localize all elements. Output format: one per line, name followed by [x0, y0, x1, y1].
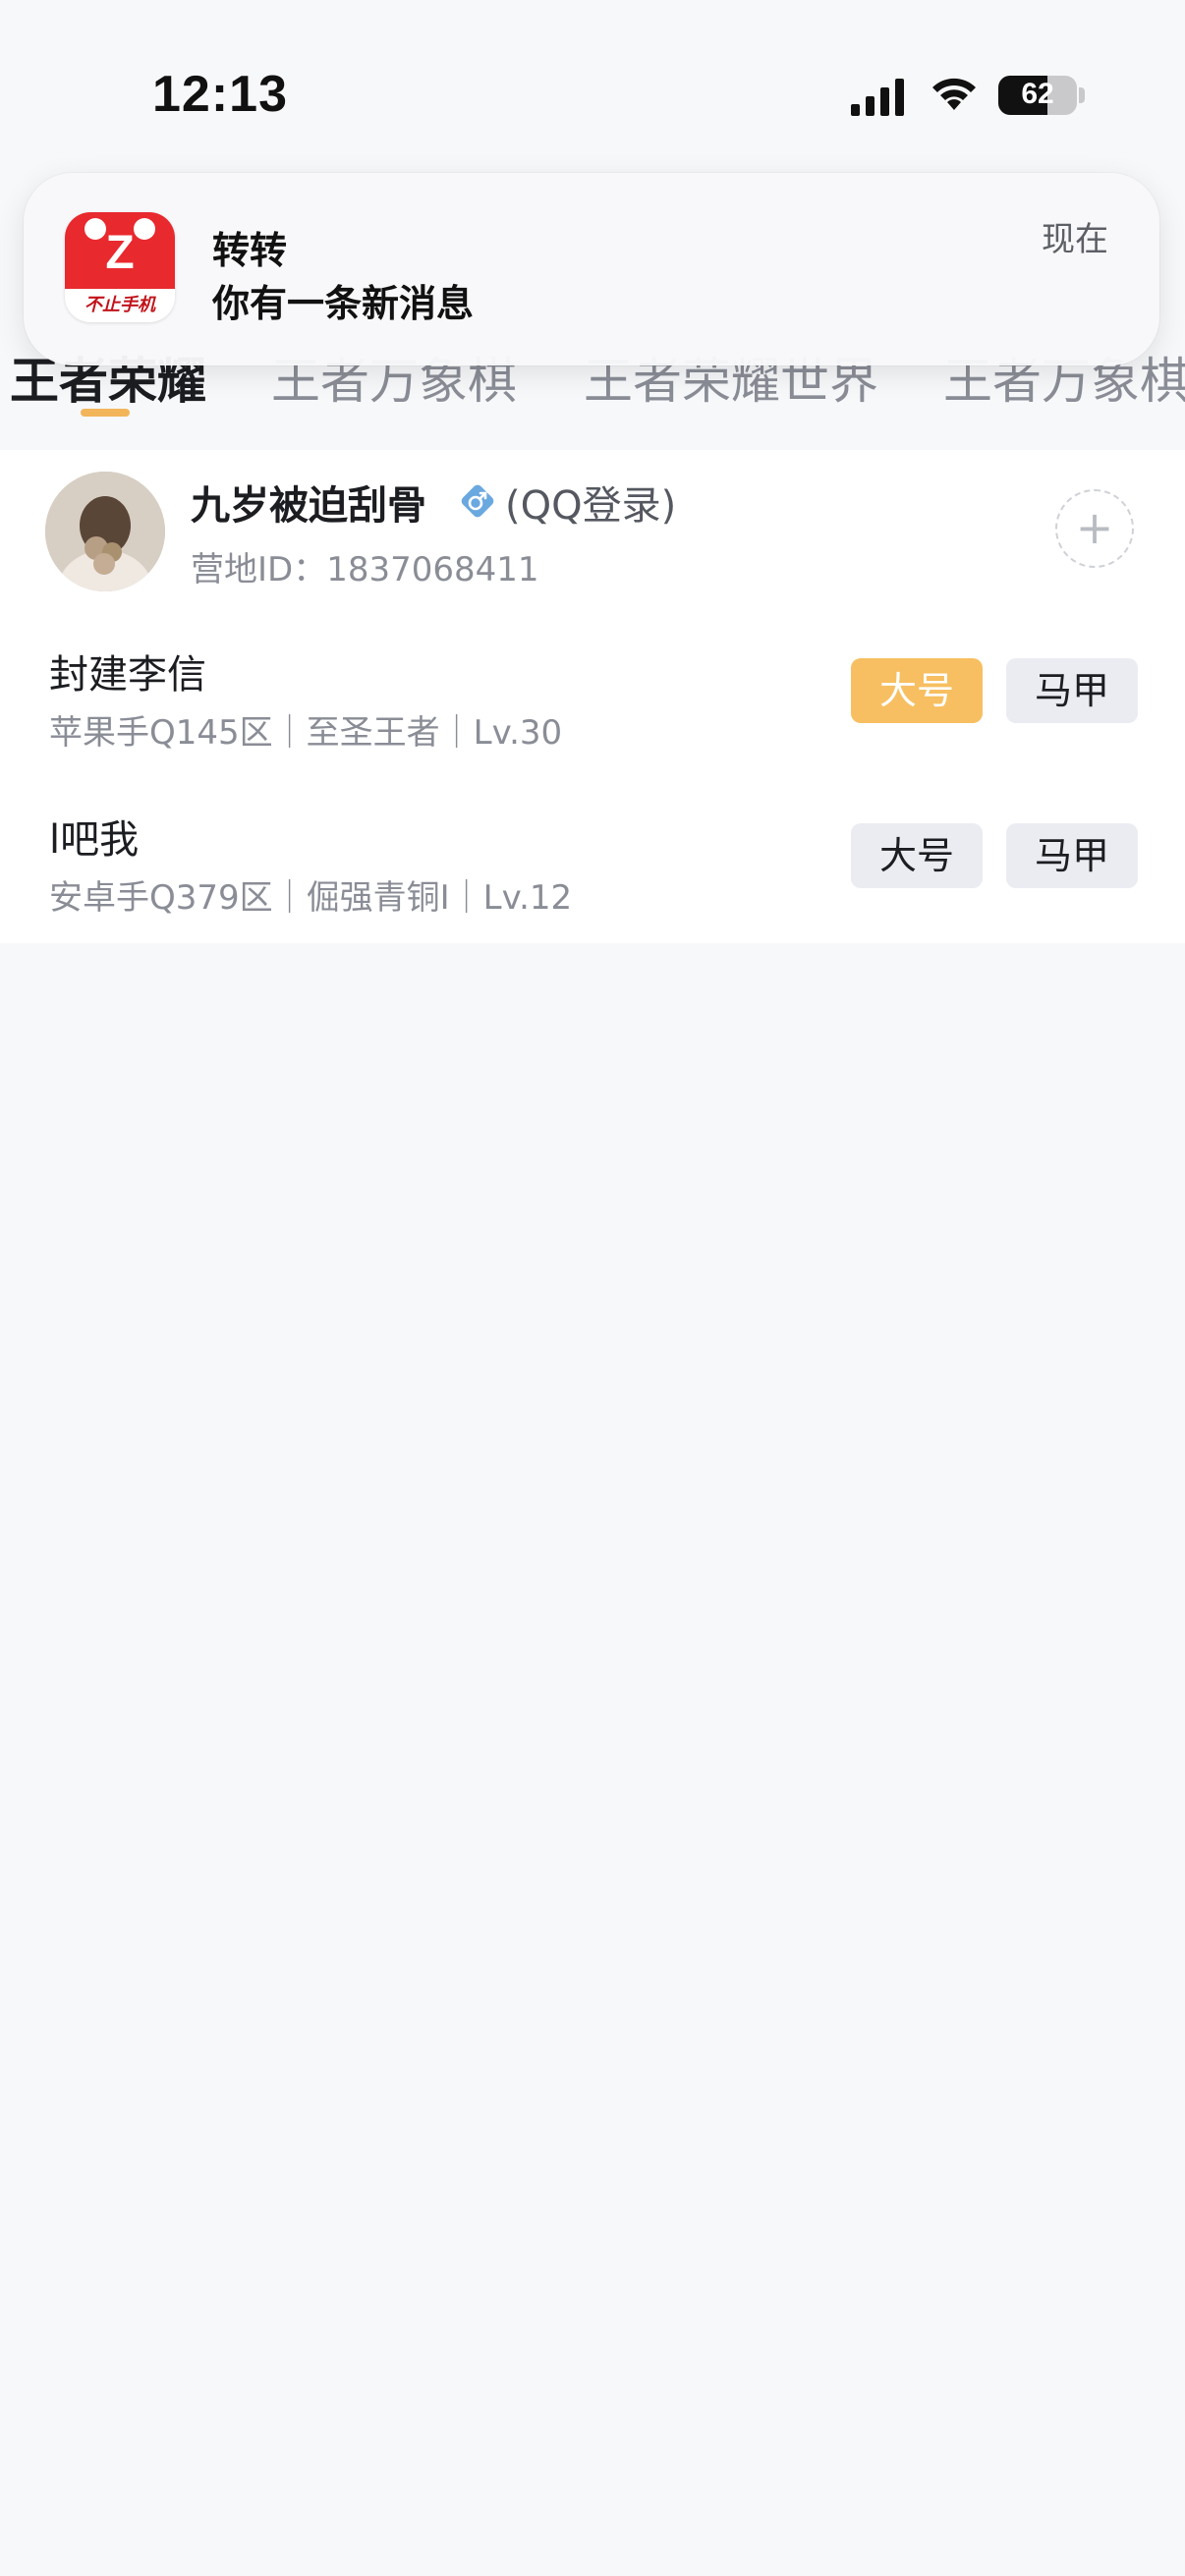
- alt-account-tag[interactable]: 马甲: [1006, 823, 1138, 888]
- avatar-image: [45, 472, 165, 591]
- notification-app-name: 转转: [212, 229, 288, 272]
- main-account-tag[interactable]: 大号: [851, 823, 983, 888]
- role-detail: 安卓手Q379区｜倔强青铜I｜Lv.12: [49, 878, 573, 918]
- notification-time: 现在: [1042, 220, 1108, 259]
- battery-cap: [1079, 87, 1085, 103]
- male-icon: [461, 484, 494, 518]
- battery-icon: 62: [998, 76, 1077, 115]
- wifi-icon: [932, 78, 976, 110]
- tab-active-indicator: [81, 409, 130, 417]
- zhuanzhuan-app-icon: Z 不止手机: [65, 212, 175, 322]
- user-name: 九岁被迫刮骨: [191, 483, 426, 529]
- plus-icon: +: [1075, 501, 1114, 554]
- status-time: 12:13: [152, 66, 288, 123]
- notification-message: 你有一条新消息: [212, 282, 475, 325]
- avatar[interactable]: [45, 472, 165, 591]
- signal-icon: [851, 79, 904, 116]
- login-type: (QQ登录): [505, 483, 677, 529]
- add-account-button[interactable]: +: [1055, 489, 1134, 568]
- role-name: 封建李信: [49, 652, 206, 698]
- role-detail: 苹果手Q145区｜至圣王者｜Lv.30: [49, 713, 563, 753]
- role-row-2: l吧我 安卓手Q379区｜倔强青铜I｜Lv.12 大号 马甲: [0, 808, 1185, 955]
- camp-id: 营地ID：1837068411: [191, 550, 539, 589]
- screen: 12:13 62 王者荣耀 王者万象棋 王者荣耀世界 王者万象棋 Z 不止手机 …: [0, 0, 1185, 2576]
- main-account-tag[interactable]: 大号: [851, 658, 983, 723]
- alt-account-tag[interactable]: 马甲: [1006, 658, 1138, 723]
- role-row-1: 封建李信 苹果手Q145区｜至圣王者｜Lv.30 大号 马甲: [0, 643, 1185, 790]
- role-name: l吧我: [49, 817, 140, 863]
- app-icon-label: 不止手机: [85, 295, 155, 315]
- battery-percent: 62: [1021, 78, 1054, 110]
- app-icon-glyph: Z: [105, 227, 135, 279]
- notification-banner[interactable]: Z 不止手机 转转 你有一条新消息 现在: [24, 173, 1159, 365]
- account-card: 九岁被迫刮骨 (QQ登录) 营地ID：1837068411 + 封建李信 苹果手…: [0, 450, 1185, 943]
